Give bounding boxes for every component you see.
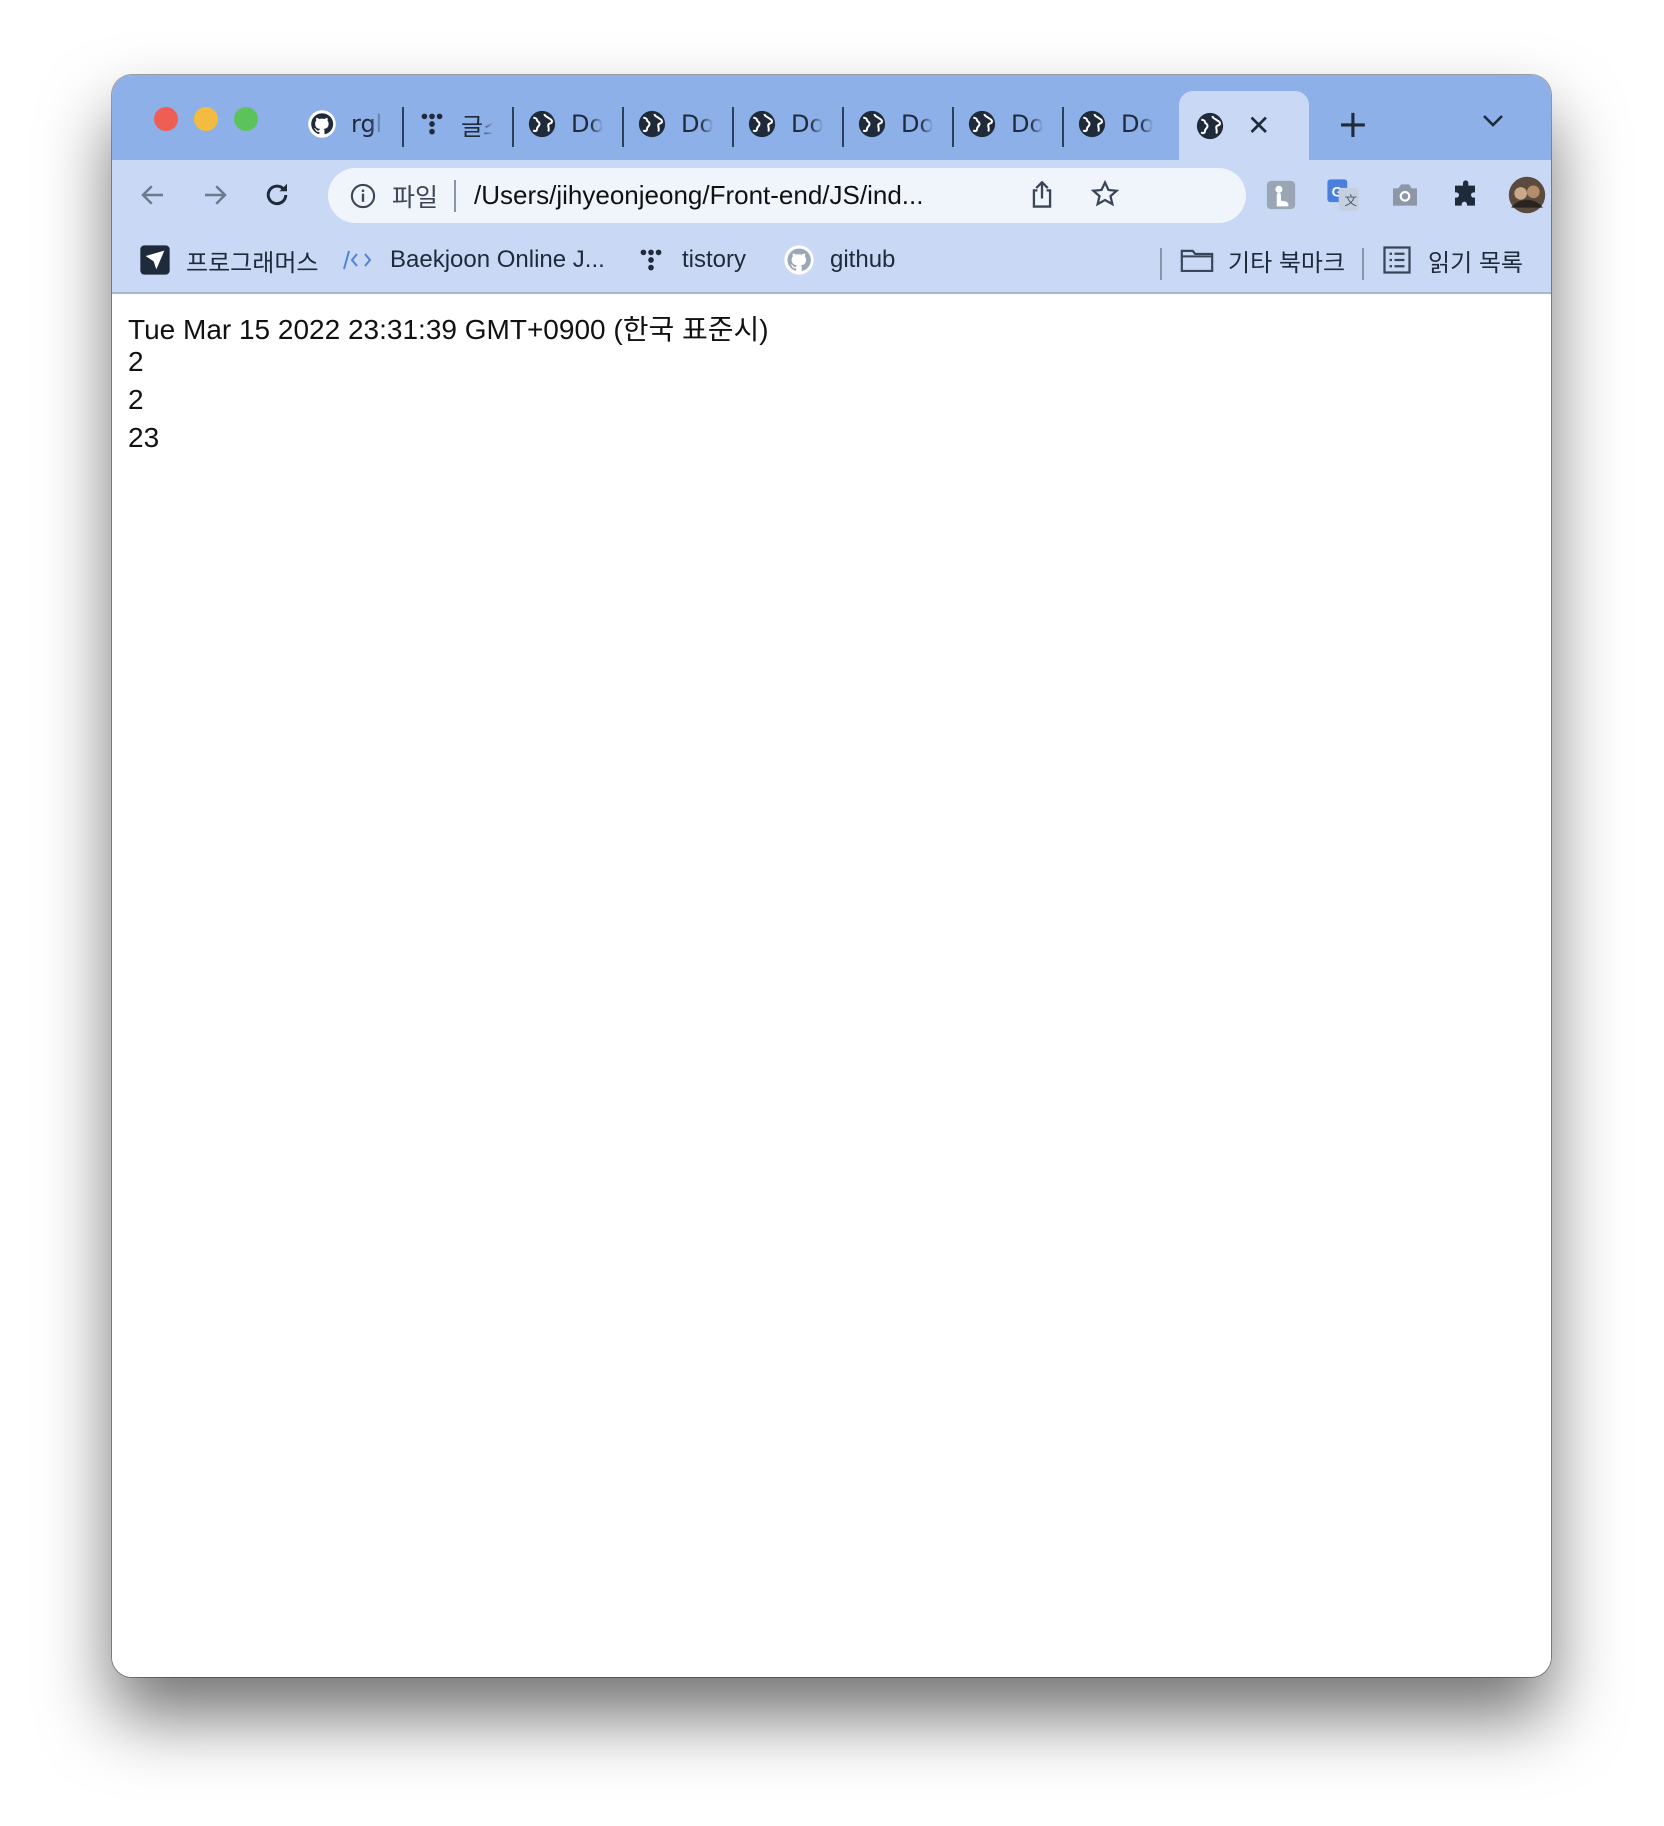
bookmark-github[interactable]: github bbox=[782, 240, 895, 280]
bookmark-star-icon[interactable] bbox=[1090, 179, 1120, 213]
tab-label: Do bbox=[901, 110, 933, 138]
bookmark-label: 프로그래머스 bbox=[186, 249, 319, 277]
bookmarks-bar: 프로그래머스 Baekjoon Online J... tistory gith… bbox=[112, 230, 1551, 294]
browser-window: rgl 글스 Do Do bbox=[112, 75, 1551, 1677]
tab-separator bbox=[1062, 107, 1064, 147]
bookmarks-divider bbox=[1362, 248, 1364, 280]
tab-strip: rgl 글스 Do Do bbox=[112, 75, 1551, 160]
tistory-icon bbox=[417, 109, 447, 139]
globe-icon bbox=[747, 109, 777, 139]
github-icon bbox=[782, 243, 816, 277]
bookmark-programmers[interactable]: 프로그래머스 bbox=[138, 240, 318, 280]
other-bookmarks-label: 기타 북마크 bbox=[1228, 249, 1346, 277]
tab-label: Do bbox=[681, 110, 713, 138]
tab-separator bbox=[402, 107, 404, 147]
google-translate-icon[interactable]: G文 bbox=[1324, 176, 1362, 214]
code-icon bbox=[342, 243, 376, 277]
tab-label: Do bbox=[1011, 110, 1043, 138]
svg-text:文: 文 bbox=[1344, 193, 1357, 208]
output-line-date: Tue Mar 15 2022 23:31:39 GMT+0900 (한국 표준… bbox=[128, 314, 769, 345]
reading-list-label: 읽기 목록 bbox=[1428, 249, 1523, 277]
tab-document[interactable]: Do bbox=[747, 93, 823, 155]
bookmark-label: github bbox=[830, 246, 896, 273]
globe-icon bbox=[1077, 109, 1107, 139]
tab-separator bbox=[842, 107, 844, 147]
info-icon[interactable] bbox=[348, 181, 378, 211]
globe-icon bbox=[857, 109, 887, 139]
github-icon bbox=[307, 109, 337, 139]
bookmark-label: Baekjoon Online J... bbox=[390, 246, 605, 273]
other-bookmarks-folder[interactable]: 기타 북마크 bbox=[1180, 240, 1345, 280]
bookmark-label: tistory bbox=[682, 246, 747, 273]
toolbar: 파일 /Users/jihyeonjeong/Front-end/JS/ind.… bbox=[112, 160, 1551, 230]
share-icon[interactable] bbox=[1028, 180, 1056, 214]
tab-rgl[interactable]: rgl bbox=[307, 93, 383, 155]
output-line: 2 bbox=[128, 346, 144, 377]
tab-label: Do bbox=[791, 110, 823, 138]
tab-document[interactable]: Do bbox=[637, 93, 713, 155]
tab-tistory[interactable]: 글스 bbox=[417, 93, 493, 155]
tab-active[interactable]: ✕ bbox=[1179, 91, 1309, 160]
tab-document[interactable]: Do bbox=[967, 93, 1043, 155]
address-bar[interactable]: 파일 /Users/jihyeonjeong/Front-end/JS/ind.… bbox=[328, 168, 1246, 223]
tab-label: Do bbox=[1121, 110, 1153, 138]
new-tab-button[interactable]: + bbox=[1337, 105, 1369, 143]
scheme-label: 파일 bbox=[392, 182, 439, 212]
url-text[interactable]: /Users/jihyeonjeong/Front-end/JS/ind... bbox=[474, 180, 923, 211]
bookmark-baekjoon[interactable]: Baekjoon Online J... bbox=[342, 240, 605, 280]
tab-document[interactable]: Do bbox=[1077, 93, 1153, 155]
output-line: 23 bbox=[128, 422, 160, 453]
touch-extension-icon[interactable] bbox=[1262, 176, 1300, 214]
globe-icon bbox=[1195, 111, 1225, 141]
tab-label: Do bbox=[571, 110, 603, 138]
extensions-puzzle-icon[interactable] bbox=[1448, 176, 1486, 214]
tistory-icon bbox=[634, 243, 668, 277]
tab-separator bbox=[512, 107, 514, 147]
tab-document[interactable]: Do bbox=[857, 93, 933, 155]
back-button[interactable] bbox=[134, 176, 172, 214]
programmers-icon bbox=[138, 243, 172, 277]
forward-button[interactable] bbox=[196, 176, 234, 214]
bookmark-tistory[interactable]: tistory bbox=[634, 240, 746, 280]
tab-document[interactable]: Do bbox=[527, 93, 603, 155]
avatar[interactable] bbox=[1508, 176, 1546, 214]
close-window-button[interactable] bbox=[154, 107, 178, 131]
minimize-window-button[interactable] bbox=[194, 107, 218, 131]
reload-button[interactable] bbox=[258, 176, 296, 214]
reading-list-icon bbox=[1380, 243, 1414, 277]
zoom-window-button[interactable] bbox=[234, 107, 258, 131]
tab-separator bbox=[952, 107, 954, 147]
tab-separator bbox=[622, 107, 624, 147]
omnibox-divider bbox=[454, 179, 457, 212]
tab-search-chevron-down-icon[interactable] bbox=[1482, 113, 1504, 132]
bookmarks-divider bbox=[1160, 248, 1162, 280]
close-tab-button[interactable]: ✕ bbox=[1247, 109, 1270, 142]
folder-icon bbox=[1180, 243, 1214, 277]
tab-separator bbox=[732, 107, 734, 147]
page-content: Tue Mar 15 2022 23:31:39 GMT+0900 (한국 표준… bbox=[112, 294, 1551, 1677]
reading-list[interactable]: 읽기 목록 bbox=[1380, 240, 1523, 280]
output-line: 2 bbox=[128, 384, 144, 415]
globe-icon bbox=[527, 109, 557, 139]
tab-label: rgl bbox=[351, 110, 383, 138]
globe-icon bbox=[967, 109, 997, 139]
globe-icon bbox=[637, 109, 667, 139]
tab-label: 글스 bbox=[461, 112, 493, 141]
camera-icon[interactable] bbox=[1386, 176, 1424, 214]
